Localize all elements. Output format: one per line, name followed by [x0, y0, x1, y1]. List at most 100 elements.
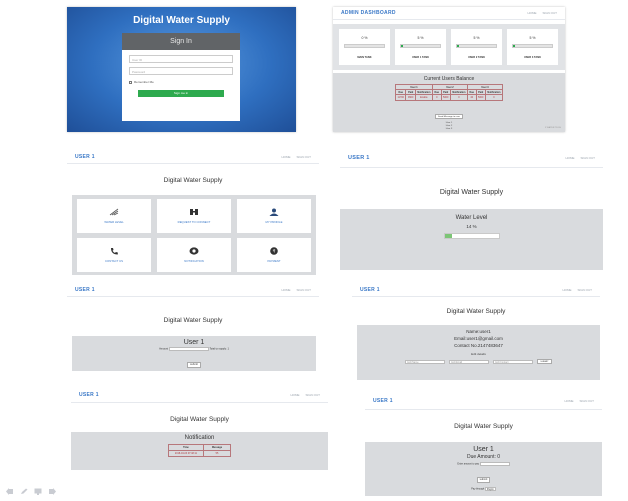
nav-home-link[interactable]: HOME — [562, 288, 571, 292]
profile-contact: Contact No.2147483647 — [454, 343, 503, 348]
menu-tile[interactable]: CONTACT US — [77, 238, 151, 272]
menu-tile[interactable]: ₹ PAYMENT — [237, 238, 311, 272]
send-option[interactable]: User 3 — [333, 128, 565, 131]
enter-amount-label: Enter amount to pay — [457, 462, 479, 466]
request-submit-button[interactable]: submit — [187, 361, 201, 368]
payment-panel-title: User 1 — [473, 446, 494, 453]
amount-input[interactable] — [168, 347, 209, 351]
login-form: Sign In User ID Password Remember Me Sig… — [122, 33, 240, 121]
pay-method-select[interactable]: Paytm — [484, 487, 496, 491]
send-message-box: Send Message to user User 1 User 2 User 3 — [333, 104, 565, 131]
tank-percent: 5 % — [417, 36, 424, 40]
user-id-input[interactable]: User ID — [129, 55, 233, 63]
request-panel: User 1 Amount Total to supply: 1 submit — [72, 336, 316, 371]
notification-navbar: USER 1 HOME SIGN OUT — [71, 387, 328, 403]
pen-icon[interactable] — [20, 488, 28, 495]
user-menu-heading: Digital Water Supply — [163, 177, 223, 184]
edit-details-label: Edit details — [471, 352, 486, 356]
tank-level-fill — [401, 45, 403, 47]
profile-navbar: USER 1 HOME SIGN OUT — [352, 283, 600, 297]
nav-signout-link[interactable]: SIGN OUT — [305, 393, 320, 397]
water-level-bar — [443, 233, 500, 239]
menu-tile-label: PAYMENT — [267, 259, 281, 263]
balance-cell: 5000 — [440, 94, 451, 101]
profile-panel: Name:user1 Email:user1@gmail.com Contact… — [357, 325, 600, 380]
nav-home-link[interactable]: HOME — [564, 399, 573, 403]
tank-percent: 5 % — [473, 36, 480, 40]
request-row: Amount Total to supply: 1 — [72, 347, 316, 351]
nav-home-link[interactable]: HOME — [290, 393, 299, 397]
due-amount: Due Amount: 0 — [466, 454, 501, 460]
balance-table: User 1 User 2 User 3 Due Paid Notification Du… — [394, 83, 504, 101]
nav-home-link[interactable]: HOME — [281, 288, 290, 292]
profile-email: Email:user1@gmail.com — [454, 336, 503, 341]
rupee-icon: ₹ — [269, 247, 279, 255]
water-level-title: Water Level — [455, 215, 488, 221]
menu-tile-label: WATER LEVEL — [104, 220, 124, 224]
pay-through-label: Pay through — [471, 487, 485, 491]
next-icon[interactable] — [48, 488, 56, 495]
nav-home-link[interactable]: HOME — [281, 155, 290, 159]
notification-title: Notification — [184, 435, 215, 441]
user-menu-navbar: USER 1 HOME SIGN OUT — [67, 150, 319, 164]
request-to-connect-icon — [189, 208, 199, 216]
nav-signout-link[interactable]: SIGN OUT — [296, 155, 311, 159]
profile-heading: Digital Water Supply — [446, 308, 506, 315]
menu-tile[interactable]: WATER LEVEL — [77, 199, 151, 233]
request-panel-title: User 1 — [183, 339, 205, 346]
tank-row: 0 % MAIN TANK 5 % USER 1 TANK 5 % USER 2 TANK… — [333, 24, 565, 70]
menu-tile-label: CONTACT US — [105, 259, 123, 263]
payment-navbar: USER 1 HOME SIGN OUT — [365, 393, 602, 410]
nav-home-link[interactable]: HOME — [565, 156, 574, 160]
notification-screen: USER 1 HOME SIGN OUT Digital Water Suppl… — [71, 387, 328, 471]
tank-card: 0 % MAIN TANK — [339, 29, 390, 65]
user-brand: USER 1 — [373, 398, 393, 404]
login-form-title: Sign In — [122, 33, 240, 50]
remember-checkbox[interactable] — [129, 80, 132, 84]
remember-label: Remember Me — [134, 80, 154, 84]
pay-amount-input[interactable] — [479, 462, 510, 466]
balance-cell: 9900 — [405, 94, 416, 101]
menu-tile[interactable]: NOTIFICATION — [157, 238, 231, 272]
water-level-heading: Digital Water Supply — [439, 189, 504, 196]
tank-label: USER 3 TANK — [523, 56, 542, 59]
tank-card: 5 % USER 2 TANK — [451, 29, 502, 65]
tank-percent: 5 % — [529, 36, 536, 40]
tank-card: 5 % USER 1 TANK — [395, 29, 446, 65]
balance-cell: 11700 — [394, 94, 407, 101]
nav-signout-link[interactable]: SIGN OUT — [580, 156, 595, 160]
nav-home-link[interactable]: HOME — [527, 11, 536, 15]
request-screen: USER 1 HOME SIGN OUT Digital Water Suppl… — [67, 284, 319, 376]
tank-level-bar — [512, 44, 553, 48]
request-navbar: USER 1 HOME SIGN OUT — [67, 284, 319, 297]
edit-contact-input[interactable]: Edit Contact — [493, 359, 534, 364]
phone-icon — [109, 247, 119, 255]
menu-tile[interactable]: REQUEST TO CONNECT — [157, 199, 231, 233]
admin-dashboard-screen: ADMIN DASHBOARD HOME SIGN OUT 0 % MAIN TA… — [333, 7, 565, 132]
profile-submit-button[interactable]: SUBMIT — [537, 359, 552, 364]
water-level-bar-fill — [444, 234, 453, 238]
nav-signout-link[interactable]: SIGN OUT — [579, 399, 594, 403]
my-profile-icon — [269, 208, 279, 216]
remember-me[interactable]: Remember Me — [129, 80, 233, 84]
screen-icon[interactable] — [34, 488, 42, 495]
edit-name-input[interactable]: Edit Name — [405, 359, 446, 364]
balance-cell: Enable — [414, 94, 433, 101]
edit-email-input[interactable]: Edit Email — [449, 359, 490, 364]
sign-in-button[interactable]: Sign me in — [138, 90, 224, 97]
slide-controls — [6, 488, 56, 495]
payment-submit-button[interactable]: submit — [476, 476, 491, 483]
prev-icon[interactable] — [6, 488, 14, 495]
menu-tile-label: MY PROFILE — [265, 220, 283, 224]
nav-signout-link[interactable]: SIGN OUT — [296, 288, 311, 292]
nav-signout-link[interactable]: SIGN OUT — [542, 11, 557, 15]
tank-level-fill — [457, 45, 459, 47]
nav-signout-link[interactable]: SIGN OUT — [577, 288, 592, 292]
balance-title: Current Users Balance — [423, 76, 475, 82]
send-message-button[interactable]: Send Message to user — [435, 114, 463, 120]
admin-footer-text: 5 WATER TECH — [544, 127, 561, 129]
menu-tile[interactable]: MY PROFILE — [237, 199, 311, 233]
tank-level-fill — [513, 45, 515, 47]
svg-text:₹: ₹ — [273, 249, 276, 255]
password-input[interactable]: Password — [129, 67, 233, 75]
